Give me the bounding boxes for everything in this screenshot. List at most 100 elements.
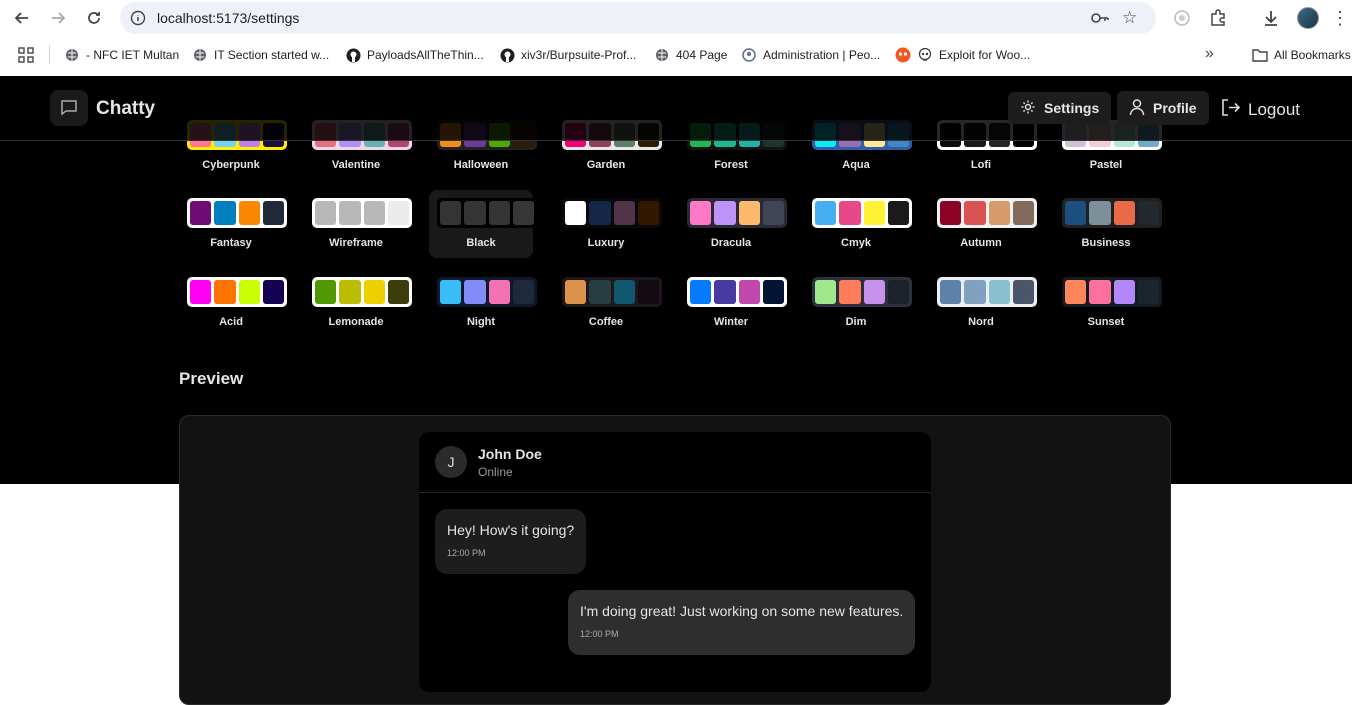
theme-option-sunset[interactable]: Sunset [1054, 269, 1162, 337]
theme-swatch [1113, 280, 1135, 304]
theme-swatch [839, 201, 861, 225]
apps-grid-icon[interactable] [18, 47, 34, 63]
site-info-icon[interactable] [130, 10, 146, 31]
theme-swatch [613, 280, 635, 304]
theme-name: Fantasy [210, 237, 252, 249]
theme-swatch [262, 201, 284, 225]
theme-swatch [815, 201, 837, 225]
theme-option-fantasy[interactable]: Fantasy [179, 190, 287, 258]
bookmark-item[interactable]: 404 Page [654, 47, 727, 63]
github-icon [345, 47, 361, 63]
theme-swatch-group [312, 277, 412, 307]
theme-swatch-group [812, 277, 912, 307]
theme-option-cmyk[interactable]: Cmyk [804, 190, 912, 258]
star-icon[interactable]: ☆ [1122, 8, 1137, 28]
theme-swatch [387, 201, 409, 225]
people-icon [741, 47, 757, 63]
theme-name: Luxury [587, 237, 625, 249]
theme-swatch [964, 280, 986, 304]
theme-swatch [190, 201, 212, 225]
theme-option-acid[interactable]: Acid [179, 269, 287, 337]
theme-swatch [1012, 280, 1034, 304]
theme-swatch [887, 280, 909, 304]
profile-avatar-icon[interactable] [1296, 6, 1320, 30]
theme-swatch [1137, 280, 1159, 304]
all-bookmarks-label: All Bookmarks [1274, 48, 1351, 62]
theme-option-dim[interactable]: Dim [804, 269, 912, 337]
theme-swatch [464, 201, 486, 225]
bookmark-item[interactable]: Administration | Peo... [741, 47, 880, 63]
back-icon[interactable] [10, 6, 34, 30]
theme-name: Autumn [960, 237, 1002, 249]
theme-swatch [363, 201, 385, 225]
theme-swatch [738, 280, 760, 304]
key-icon[interactable] [1090, 10, 1110, 31]
theme-option-business[interactable]: Business [1054, 190, 1162, 258]
bookmark-item[interactable]: - NFC IET Multan [64, 47, 179, 63]
github-icon [499, 47, 515, 63]
theme-swatch-group [187, 198, 287, 228]
globe-icon [654, 47, 670, 63]
logout-button[interactable]: Logout [1221, 98, 1300, 122]
url-text[interactable]: localhost:5173/settings [157, 10, 299, 26]
bookmark-label: Administration | Peo... [763, 48, 881, 62]
bookmark-item[interactable]: Exploit for Woo... [895, 47, 1030, 63]
theme-name: Valentine [331, 159, 381, 171]
theme-swatch [238, 201, 260, 225]
theme-name: Winter [713, 316, 749, 328]
message-bubble-received: Hey! How's it going? 12:00 PM [435, 509, 587, 574]
theme-option-autumn[interactable]: Autumn [929, 190, 1037, 258]
address-bar[interactable]: localhost:5173/settings ☆ [120, 2, 1156, 34]
theme-swatch [315, 280, 337, 304]
theme-swatch-group [562, 277, 662, 307]
message-text: I'm doing great! Just working on some ne… [580, 603, 904, 619]
theme-name: Pastel [1089, 159, 1123, 171]
bookmark-item[interactable]: xiv3r/Burpsuite-Prof... [499, 47, 636, 63]
theme-name: Aqua [842, 159, 870, 171]
theme-option-coffee[interactable]: Coffee [554, 269, 662, 337]
theme-option-night[interactable]: Night [429, 269, 537, 337]
theme-name: Night [466, 316, 496, 328]
bookmark-label: IT Section started w... [214, 48, 330, 62]
theme-name: Dim [845, 316, 867, 328]
reload-icon[interactable] [82, 6, 106, 30]
forward-icon[interactable] [46, 6, 70, 30]
theme-swatch [238, 280, 260, 304]
theme-swatch [1137, 201, 1159, 225]
theme-swatch [440, 280, 462, 304]
theme-name: Business [1081, 237, 1131, 249]
theme-option-winter[interactable]: Winter [679, 269, 787, 337]
theme-swatch [637, 280, 659, 304]
theme-swatch-group [437, 198, 537, 228]
download-icon[interactable] [1259, 6, 1283, 30]
theme-option-black[interactable]: Black [429, 190, 537, 258]
settings-button[interactable]: Settings [1008, 92, 1112, 124]
bookmark-item[interactable]: IT Section started w... [192, 47, 329, 63]
theme-swatch [762, 201, 784, 225]
theme-option-nord[interactable]: Nord [929, 269, 1037, 337]
theme-name: Garden [586, 159, 626, 171]
chat-header-divider [419, 492, 931, 493]
bookmarks-overflow-button[interactable]: » [1205, 45, 1214, 63]
folder-icon [1252, 47, 1268, 63]
theme-option-wireframe[interactable]: Wireframe [304, 190, 412, 258]
extensions-puzzle-icon[interactable] [1206, 6, 1230, 30]
logo-chat-icon[interactable] [50, 90, 88, 126]
profile-button[interactable]: Profile [1117, 91, 1209, 125]
extension-circle-icon[interactable] [1170, 6, 1194, 30]
skull-emoji-icon [917, 47, 933, 63]
all-bookmarks-button[interactable]: All Bookmarks [1252, 47, 1351, 63]
theme-option-lemonade[interactable]: Lemonade [304, 269, 412, 337]
user-icon [1129, 98, 1145, 119]
theme-swatch-group [187, 277, 287, 307]
theme-name: Dracula [710, 237, 752, 249]
theme-swatch [339, 201, 361, 225]
menu-kebab-icon[interactable]: ⋮ [1331, 6, 1349, 30]
theme-swatch [988, 201, 1010, 225]
brand-name[interactable]: Chatty [96, 98, 155, 120]
bookmark-item[interactable]: PayloadsAllTheThin... [345, 47, 484, 63]
theme-swatch [315, 201, 337, 225]
theme-swatch-group [687, 198, 787, 228]
theme-option-luxury[interactable]: Luxury [554, 190, 662, 258]
theme-option-dracula[interactable]: Dracula [679, 190, 787, 258]
